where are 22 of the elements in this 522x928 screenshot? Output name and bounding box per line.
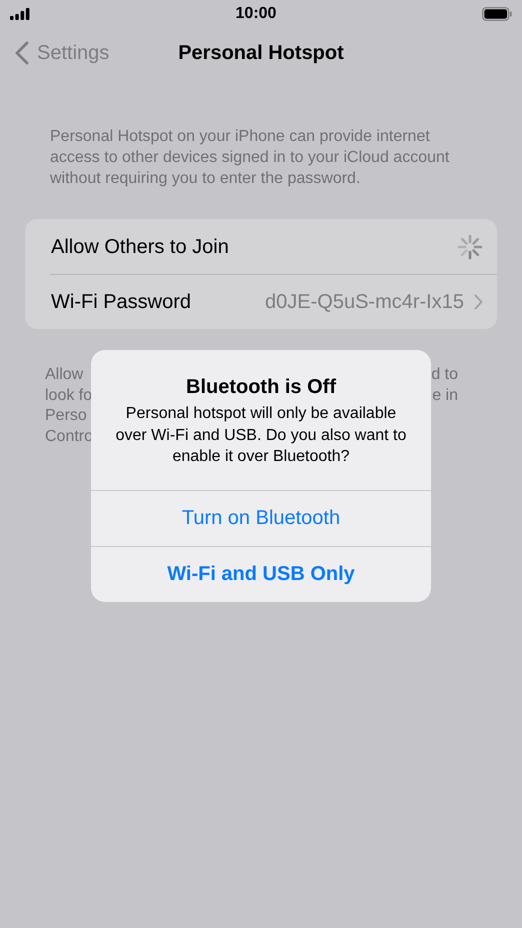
- password-value: d0JE-Q5uS-mc4r-Ix15: [265, 290, 464, 315]
- footer-text: Contro: [45, 426, 94, 446]
- screen-title: Personal Hotspot: [178, 41, 344, 66]
- footer-text: look fo: [45, 386, 94, 406]
- back-chevron-icon: [15, 41, 29, 65]
- alert-message: Personal hotspot will only be available over Wi-Fi and USB. Do you also want to enable it over Bluetooth?: [115, 404, 407, 467]
- back-button[interactable]: Settings: [0, 38, 110, 68]
- loading-spinner-icon: [457, 234, 483, 260]
- footer-text: e in: [432, 386, 458, 406]
- alert-title: Bluetooth is Off: [186, 375, 336, 400]
- row-label: Wi-Fi Password: [51, 290, 192, 315]
- footer-text: d to: [431, 365, 458, 385]
- alert-button[interactable]: Wi-Fi and USB Only: [91, 546, 431, 602]
- footer-text: Allow: [45, 365, 84, 385]
- status-time: 10:00: [236, 4, 276, 24]
- signal-icon: [10, 8, 30, 20]
- footer-text: Perso: [45, 406, 88, 426]
- description-text: Personal Hotspot on your iPhone can provide internet access to other devices signed in to your iCloud account without requiring you to enter the password.: [50, 127, 450, 189]
- chevron-right-icon: [474, 294, 483, 310]
- battery-icon: [482, 7, 512, 21]
- row-label: Allow Others to Join: [51, 234, 230, 260]
- alert-button[interactable]: Turn on Bluetooth: [91, 490, 431, 546]
